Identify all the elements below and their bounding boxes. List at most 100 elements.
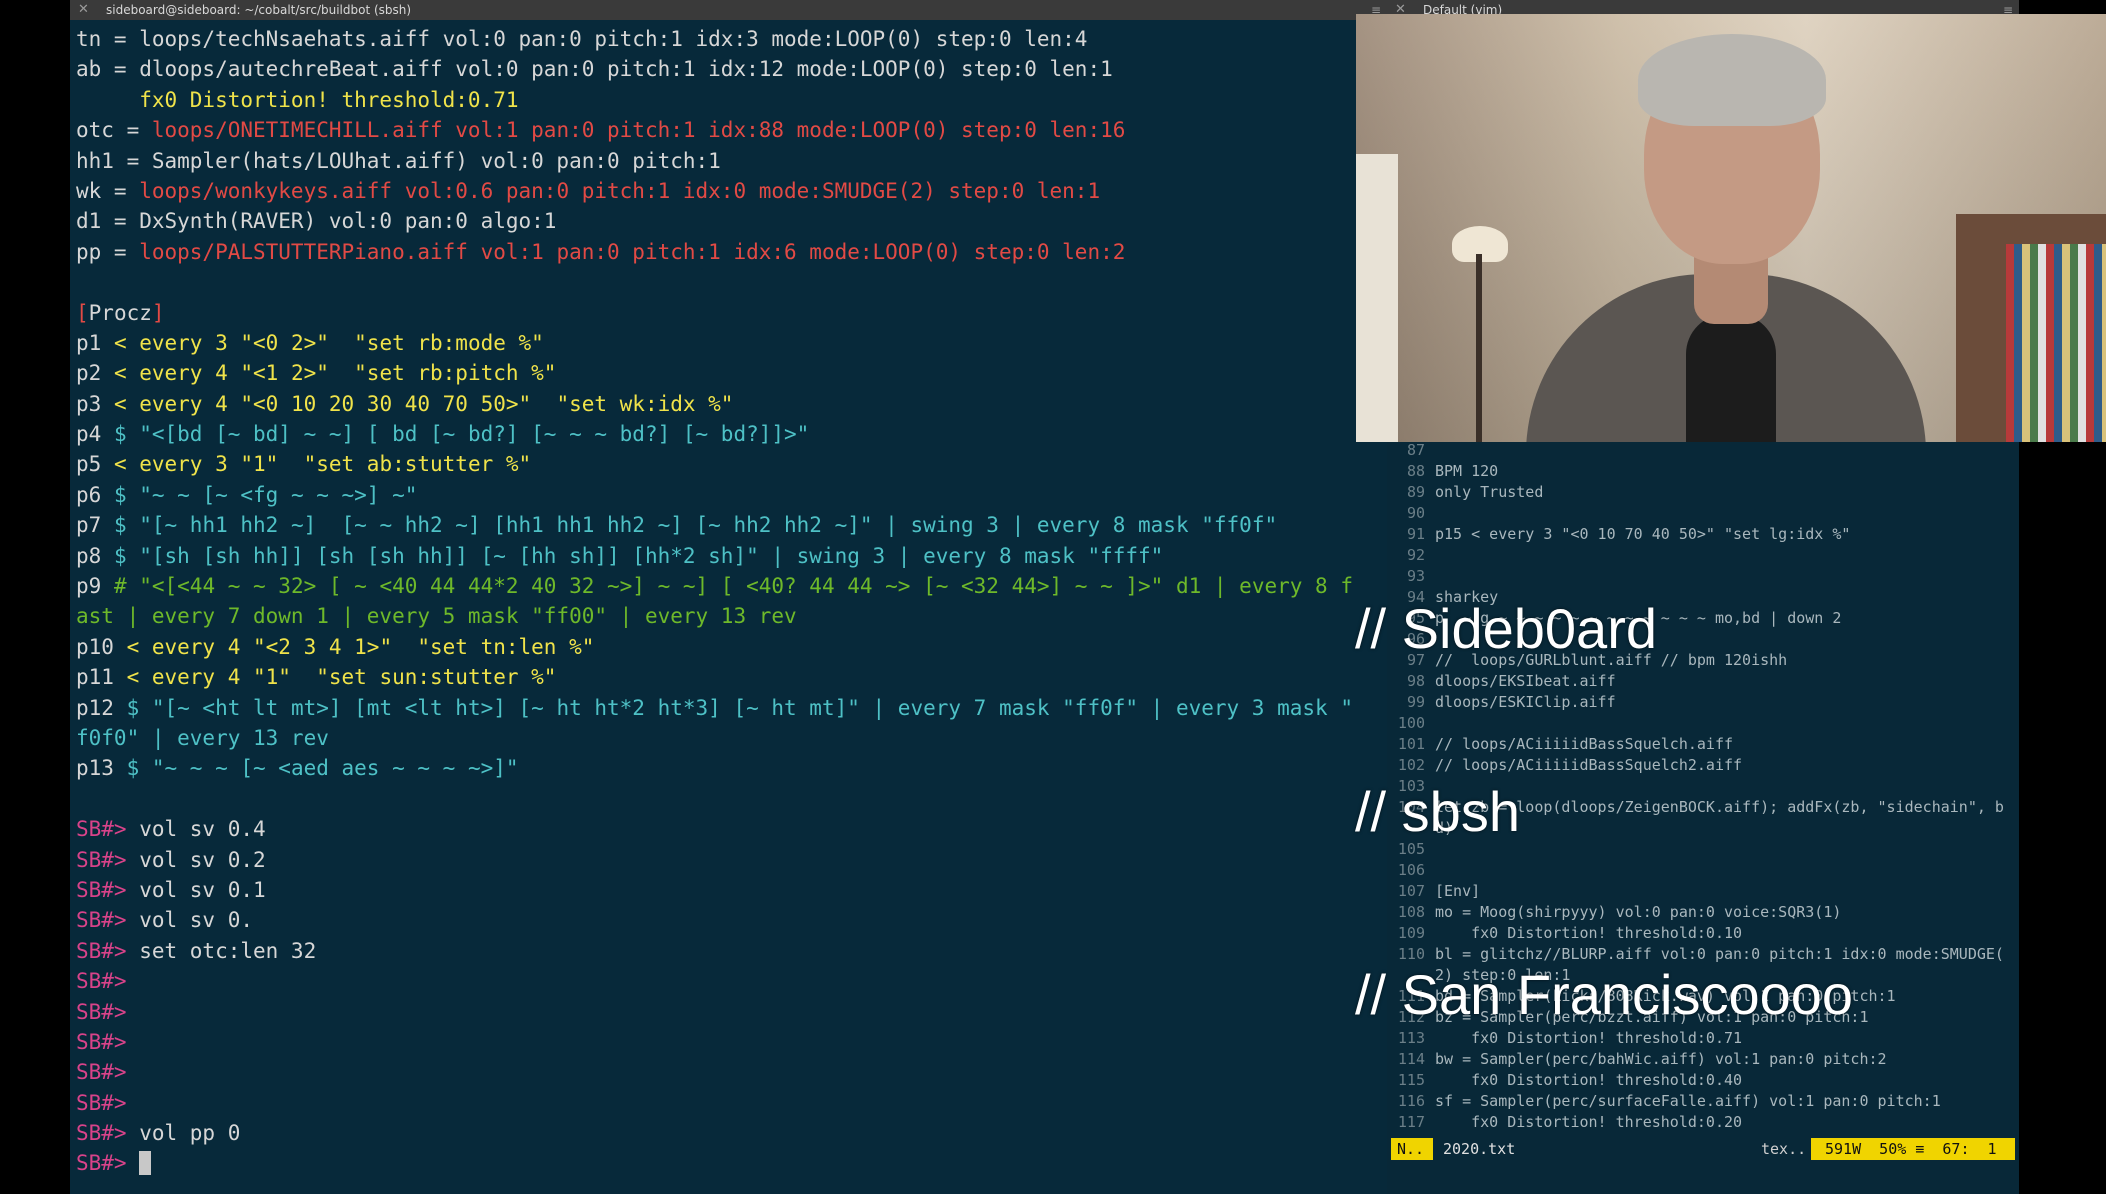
terminal-line: SB#>: [76, 1027, 1386, 1057]
line-number: 87: [1406, 441, 1425, 459]
vim-filename: 2020.txt: [1443, 1140, 1516, 1158]
terminal-line: ast | every 7 down 1 | every 5 mask "ff0…: [76, 601, 1386, 631]
terminal-text: [: [76, 300, 89, 325]
shell-prompt: SB#>: [76, 908, 140, 933]
terminal-text: < every 4 "1" "set sun:stutter %": [126, 665, 557, 690]
terminal-text: f0f0" | every 13 rev: [76, 725, 329, 750]
books: [2006, 244, 2106, 442]
terminal-text: p11: [76, 665, 127, 690]
shell-prompt: SB#>: [76, 1121, 140, 1146]
terminal-line: SB#> vol pp 0: [76, 1118, 1386, 1148]
stream-overlay-caption: // Sideb0ard // sbsh // San Franciscoooo: [1355, 476, 1853, 1086]
vim-mode-indicator: N..: [1391, 1138, 1433, 1160]
terminal-text: ]: [151, 300, 165, 325]
terminal-text: dloops/autechreBeat.aiff vol:0 pan:0 pit…: [139, 57, 1113, 82]
shell-prompt: SB#>: [76, 1090, 140, 1115]
terminal-text: otc =: [76, 118, 152, 143]
terminal-text: # "<[<44 ~ ~ 32> [ ~ <40 44 44*2 40 32 ~…: [113, 574, 1353, 599]
vim-position: 591W 50% ≡ 67: 1: [1811, 1138, 2015, 1160]
terminal-text: $ "<[bd [~ bd] ~ ~] [ bd [~ bd?] [~ ~ ~ …: [113, 422, 810, 447]
shell-prompt: SB#>: [76, 847, 140, 872]
terminal-text: $ "[~ <ht lt mt>] [mt <lt ht>] [~ ht ht*…: [126, 695, 1353, 720]
terminal-text: $ "~ ~ ~ [~ <aed aes ~ ~ ~ ~>]": [126, 756, 519, 781]
shell-prompt: SB#>: [76, 999, 140, 1024]
terminal-line: p10 < every 4 "<2 3 4 1>" "set tn:len %": [76, 632, 1386, 662]
vim-line: 87: [1387, 440, 2019, 461]
terminal-text: p5: [76, 452, 114, 477]
terminal-text: vol sv 0.4: [139, 817, 266, 842]
terminal-text: p6: [76, 482, 114, 507]
webcam-video: [1356, 14, 2106, 442]
terminal-text: set otc:len 32: [139, 938, 317, 963]
terminal-line: p13 $ "~ ~ ~ [~ <aed aes ~ ~ ~ ~>]": [76, 753, 1386, 783]
overlay-line: // San Franciscoooo: [1355, 963, 1854, 1026]
terminal-text: $ "~ ~ [~ <fg ~ ~ ~>] ~": [113, 482, 418, 507]
terminal-title: sideboard@sideboard: ~/cobalt/src/buildb…: [106, 3, 412, 17]
terminal-text: vol sv 0.1: [139, 877, 266, 902]
shell-prompt: SB#>: [76, 1029, 140, 1054]
terminal-text: pp =: [76, 239, 140, 264]
line-number: 117: [1397, 1113, 1425, 1130]
terminal-titlebar[interactable]: ✕ sideboard@sideboard: ~/cobalt/src/buil…: [70, 0, 1387, 20]
terminal-text: p10: [76, 634, 127, 659]
terminal-text: wk =: [76, 178, 140, 203]
terminal-line: p9 # "<[<44 ~ ~ 32> [ ~ <40 44 44*2 40 3…: [76, 571, 1386, 601]
terminal-text: p4: [76, 422, 114, 447]
shell-prompt: SB#>: [76, 969, 140, 994]
terminal-line: p1 < every 3 "<0 2>" "set rb:mode %": [76, 328, 1386, 358]
terminal-text: Procz: [88, 300, 152, 325]
terminal-text: < every 3 "1" "set ab:stutter %": [113, 452, 532, 477]
terminal-text: loops/ONETIMECHILL.aiff vol:1 pan:0 pitc…: [151, 118, 1126, 143]
terminal-text: < every 4 "<1 2>" "set rb:pitch %": [113, 361, 557, 386]
terminal-line: d1 = DxSynth(RAVER) vol:0 pan:0 algo:1: [76, 206, 1386, 236]
shell-prompt: SB#>: [76, 817, 140, 842]
terminal-text: p3: [76, 391, 114, 416]
terminal-text: vol pp 0: [139, 1121, 241, 1146]
close-icon[interactable]: ✕: [78, 0, 89, 20]
terminal-line: ab = dloops/autechreBeat.aiff vol:0 pan:…: [76, 54, 1386, 84]
terminal-text: tn =: [76, 27, 140, 51]
terminal-line: SB#> vol sv 0.1: [76, 875, 1386, 905]
terminal-line: pp = loops/PALSTUTTERPiano.aiff vol:1 pa…: [76, 237, 1386, 267]
vim-line-text: sf = Sampler(perc/surfaceFalle.aiff) vol…: [1435, 1092, 1941, 1110]
terminal-line: f0f0" | every 13 rev: [76, 723, 1386, 753]
person-shirt: [1686, 314, 1776, 442]
shell-prompt: SB#>: [76, 1060, 140, 1085]
terminal-line: p4 $ "<[bd [~ bd] ~ ~] [ bd [~ bd?] [~ ~…: [76, 419, 1386, 449]
terminal-line: p7 $ "[~ hh1 hh2 ~] [~ ~ hh2 ~] [hh1 hh1…: [76, 510, 1386, 540]
vim-line: 116 sf = Sampler(perc/surfaceFalle.aiff) …: [1387, 1091, 2019, 1112]
terminal-text: ab =: [76, 57, 140, 82]
terminal-text: d1 = DxSynth(RAVER) vol:0 pan:0 algo:1: [76, 209, 557, 234]
terminal-line: [Procz]: [76, 298, 1386, 328]
terminal-line: SB#>: [76, 997, 1386, 1027]
terminal-text: < every 4 "<0 10 20 30 40 70 50>" "set w…: [113, 391, 734, 416]
terminal-window[interactable]: ✕ sideboard@sideboard: ~/cobalt/src/buil…: [70, 0, 1387, 1194]
terminal-text: < every 3 "<0 2>" "set rb:mode %": [113, 330, 544, 355]
terminal-output[interactable]: tn = loops/techNsaehats.aiff vol:0 pan:0…: [76, 24, 1386, 1194]
shell-prompt: SB#>: [76, 877, 140, 902]
terminal-line: SB#> vol sv 0.4: [76, 814, 1386, 844]
terminal-line: wk = loops/wonkykeys.aiff vol:0.6 pan:0 …: [76, 176, 1386, 206]
terminal-text: hh1 = Sampler(hats/LOUhat.aiff) vol:0 pa…: [76, 148, 721, 173]
terminal-text: p13: [76, 756, 127, 781]
terminal-text: fx0 Distortion! threshold:0.71: [76, 87, 519, 112]
terminal-text: loops/techNsaehats.aiff vol:0 pan:0 pitc…: [139, 27, 1088, 51]
terminal-line: SB#>: [76, 1148, 1386, 1178]
terminal-line: p8 $ "[sh [sh hh]] [sh [sh hh]] [~ [hh s…: [76, 541, 1386, 571]
shell-prompt: SB#>: [76, 1151, 140, 1176]
terminal-text: loops/PALSTUTTERPiano.aiff vol:1 pan:0 p…: [139, 239, 1126, 264]
terminal-cursor: [139, 1151, 152, 1176]
terminal-text: vol sv 0.: [139, 908, 254, 933]
line-number: 116: [1397, 1092, 1425, 1110]
terminal-text: $ "[~ hh1 hh2 ~] [~ ~ hh2 ~] [hh1 hh1 hh…: [113, 513, 1278, 538]
terminal-line: SB#>: [76, 1057, 1386, 1087]
terminal-line: p3 < every 4 "<0 10 20 30 40 70 50>" "se…: [76, 389, 1386, 419]
vim-line-text: fx0 Distortion! threshold:0.20: [1435, 1113, 1743, 1130]
terminal-line: tn = loops/techNsaehats.aiff vol:0 pan:0…: [76, 24, 1386, 54]
terminal-line: p6 $ "~ ~ [~ <fg ~ ~ ~>] ~": [76, 480, 1386, 510]
terminal-line: p2 < every 4 "<1 2>" "set rb:pitch %": [76, 358, 1386, 388]
lamp-pole: [1476, 254, 1482, 442]
terminal-line: fx0 Distortion! threshold:0.71: [76, 85, 1386, 115]
terminal-text: p12: [76, 695, 127, 720]
terminal-line: SB#>: [76, 966, 1386, 996]
